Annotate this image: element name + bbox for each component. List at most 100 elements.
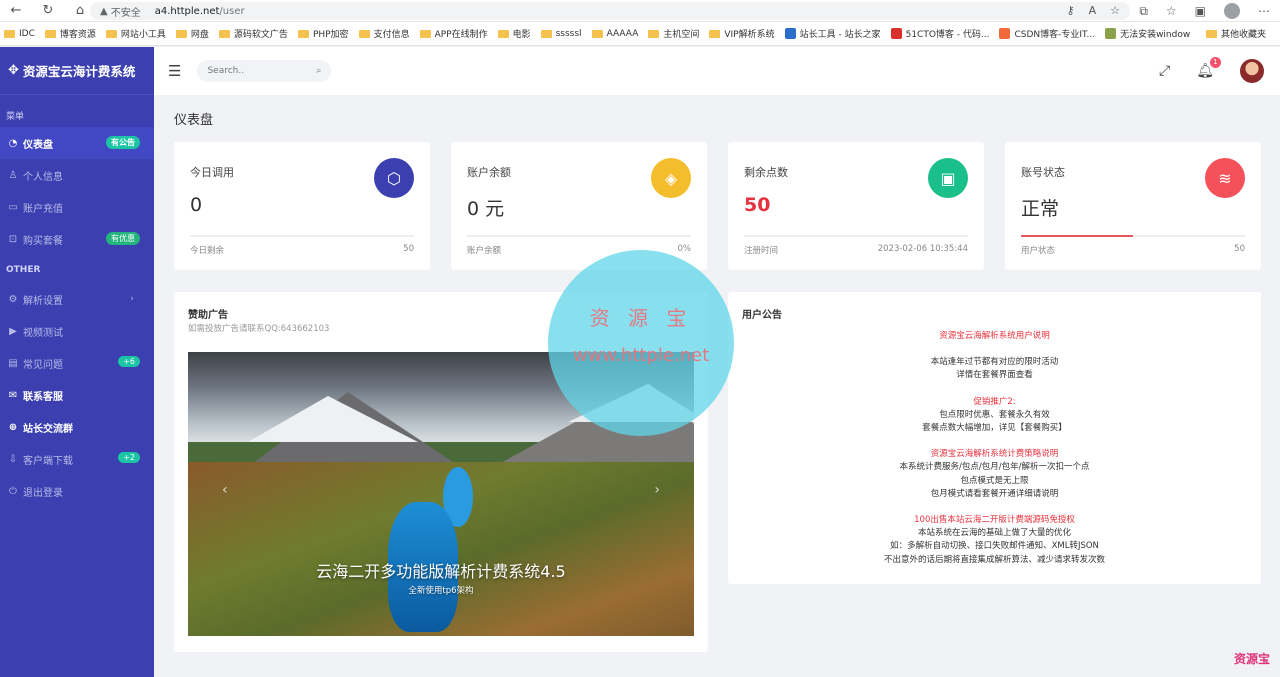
sidebar-item-label: 站长交流群 [23,423,73,435]
stat-card-balance: 账户余额 0 元 ◈ 账户余额 0% [451,142,707,270]
sidebar-item-recharge[interactable]: ▭ 账户充值 [0,191,154,223]
folder-icon [218,29,230,38]
carousel-subcaption: 全新使用tp6架构 [408,586,474,596]
sidebar-item-label: 仪表盘 [23,139,53,151]
read-aloud-icon[interactable]: A [1089,4,1097,17]
bookmark-item[interactable]: VIP解析系统 [709,27,775,40]
other-bookmarks[interactable]: 其他收藏夹 [1189,27,1266,40]
sidebar-item-video-test[interactable]: ▶ 视频测试 [0,315,154,347]
chevron-right-icon[interactable]: › [654,482,660,498]
sidebar-item-logout[interactable]: ⏻ 退出登录 [0,475,154,507]
notice-line: 详情在套餐界面查看 [956,370,1033,381]
bookmark-item[interactable]: 主机空间 [648,27,699,40]
sidebar-item-faq[interactable]: ▤ 常见问题 +6 [0,347,154,379]
back-icon[interactable]: ← [0,3,32,18]
notice-title: 用户公告 [742,310,782,321]
bookmark-item[interactable]: PHP加密 [297,27,349,40]
reload-icon[interactable]: ↻ [32,3,64,18]
extensions-icon[interactable]: ⧉ [1139,4,1148,19]
bookmark-item[interactable]: 电影 [497,27,531,40]
progress-bar [744,235,968,237]
collections-icon[interactable]: ▣ [1195,4,1206,18]
power-icon: ⏻ [9,485,17,497]
more-icon[interactable]: ⋯ [1258,4,1270,18]
bookmark-item[interactable]: 网盘 [175,27,209,40]
notice-line: 本系统计费服务/包点/包月/包年/解析一次扣一个点 [899,462,1090,473]
bookmark-item[interactable]: 51CTO博客 - 代码... [890,27,989,40]
stat-foot-label: 注册时间 [744,246,779,256]
user-avatar[interactable] [1240,59,1264,83]
stat-foot-label: 账户余额 [467,246,502,256]
notice-spacer [742,383,1247,396]
bookmarks-bar: IDC 博客资源 网站小工具 网盘 源码软文广告 PHP加密 支付信息 APP在… [0,22,1280,46]
bookmark-item[interactable]: 支付信息 [358,27,410,40]
stat-value: 50 [744,194,771,216]
notice-line: 包点限时优惠、套餐永久有效 [939,409,1050,420]
chevron-left-icon[interactable]: ‹ [222,482,228,498]
stat-card-points: 剩余点数 50 ▣ 注册时间 2023-02-06 10:35:44 [728,142,984,270]
folder-icon [648,29,660,38]
warning-icon: ▲ [100,5,108,17]
sidebar: ✥ 资源宝云海计费系统 菜单 ◔ 仪表盘 有公告 ♙ 个人信息 ▭ 账户充值 ⊡… [0,47,154,677]
site-icon [784,28,796,39]
url-host: a4.httple.net [154,5,220,17]
favorite-add-icon[interactable]: ☆ [1110,4,1120,17]
profile-avatar[interactable] [1224,3,1240,19]
notice-card: 用户公告 资源宝云海解析系统用户说明 本站逢年过节都有对应的限时活动 详情在套餐界面… [728,292,1261,584]
folder-icon [105,29,117,38]
key-icon[interactable]: ⚷ [1067,4,1075,17]
security-label: 不安全 [110,7,141,19]
cube-icon: ⬡ [374,158,414,198]
bookmark-item[interactable]: 站长工具 - 站长之家 [784,27,881,40]
url-path: /user [219,5,245,17]
notice-line: 如：多解析自动切换、接口失败邮件通知、XML转JSON [890,541,1099,552]
sidebar-item-profile[interactable]: ♙ 个人信息 [0,159,154,191]
download-icon: ⇩ [8,453,18,465]
bookmark-item[interactable]: 博客资源 [44,27,96,40]
search-icon: ⌕ [316,66,322,76]
address-bar[interactable]: ▲ 不安全 a4.httple.net/user ⚷ A ☆ [90,2,1130,20]
stat-foot-label: 用户状态 [1021,246,1056,256]
search-input[interactable]: Search.. ⌕ [197,60,332,82]
settings-icon: ⚙ [8,293,18,305]
fullscreen-icon[interactable]: ⤢ [1159,63,1170,79]
sidebar-item-label: 客户端下载 [23,455,73,467]
site-icon [890,28,902,39]
sidebar-item-dashboard[interactable]: ◔ 仪表盘 有公告 [0,127,154,159]
watermark-name: 资 源 宝 [589,306,693,330]
bookmark-item[interactable]: 源码软文广告 [218,27,288,40]
brand[interactable]: ✥ 资源宝云海计费系统 [0,47,154,95]
folder-icon [591,29,603,38]
stat-foot-value: 50 [1234,244,1245,254]
stat-foot-label: 今日剩余 [190,246,225,256]
favorites-icon[interactable]: ☆ [1166,4,1177,18]
bell-icon[interactable]: 🔔︎ 1 [1196,57,1221,79]
briefcase-icon: ▣ [928,158,968,198]
bookmark-item[interactable]: AAAAA [591,29,638,39]
bookmark-item[interactable]: 网站小工具 [105,27,166,40]
user-icon: ♙ [8,169,18,181]
bookmark-item[interactable]: CSDN博客-专业IT... [999,27,1095,40]
sidebar-item-label: 视频测试 [23,327,63,339]
notice-spacer [742,435,1247,448]
notice-line: 本站逢年过节都有对应的限时活动 [930,357,1059,368]
sidebar-item-contact[interactable]: ✉ 联系客服 [0,379,154,411]
count-badge: +2 [118,452,140,463]
bookmark-item[interactable]: IDC [4,29,35,39]
bookmark-item[interactable]: sssssl [540,29,582,39]
menu-toggle-icon[interactable]: ☰ [168,62,181,80]
bookmark-item[interactable]: APP在线制作 [419,27,488,40]
gear-icon: ✥ [8,63,19,78]
doc-icon: ▤ [8,357,18,369]
sidebar-item-group[interactable]: ⊕ 站长交流群 [0,411,154,443]
bookmark-item[interactable]: 无法安装windows... [1105,27,1203,40]
watermark-site: www.httple.net [572,345,710,366]
sidebar-item-parse-settings[interactable]: ⚙ 解析设置 › [0,283,154,315]
sidebar-item-download[interactable]: ⇩ 客户端下载 +2 [0,443,154,475]
browser-toolbar: ← ↻ ⌂ ▲ 不安全 a4.httple.net/user ⚷ A ☆ ⧉ ☆… [0,0,1280,22]
page-title: 仪表盘 [174,113,214,128]
folder-icon [419,29,431,38]
notice-line: 资源宝云海解析系统计费策略说明 [930,449,1059,460]
stat-card-calls: 今日调用 0 ⬡ 今日剩余 50 [174,142,430,270]
sidebar-item-buy-package[interactable]: ⊡ 购买套餐 有优惠 [0,223,154,255]
